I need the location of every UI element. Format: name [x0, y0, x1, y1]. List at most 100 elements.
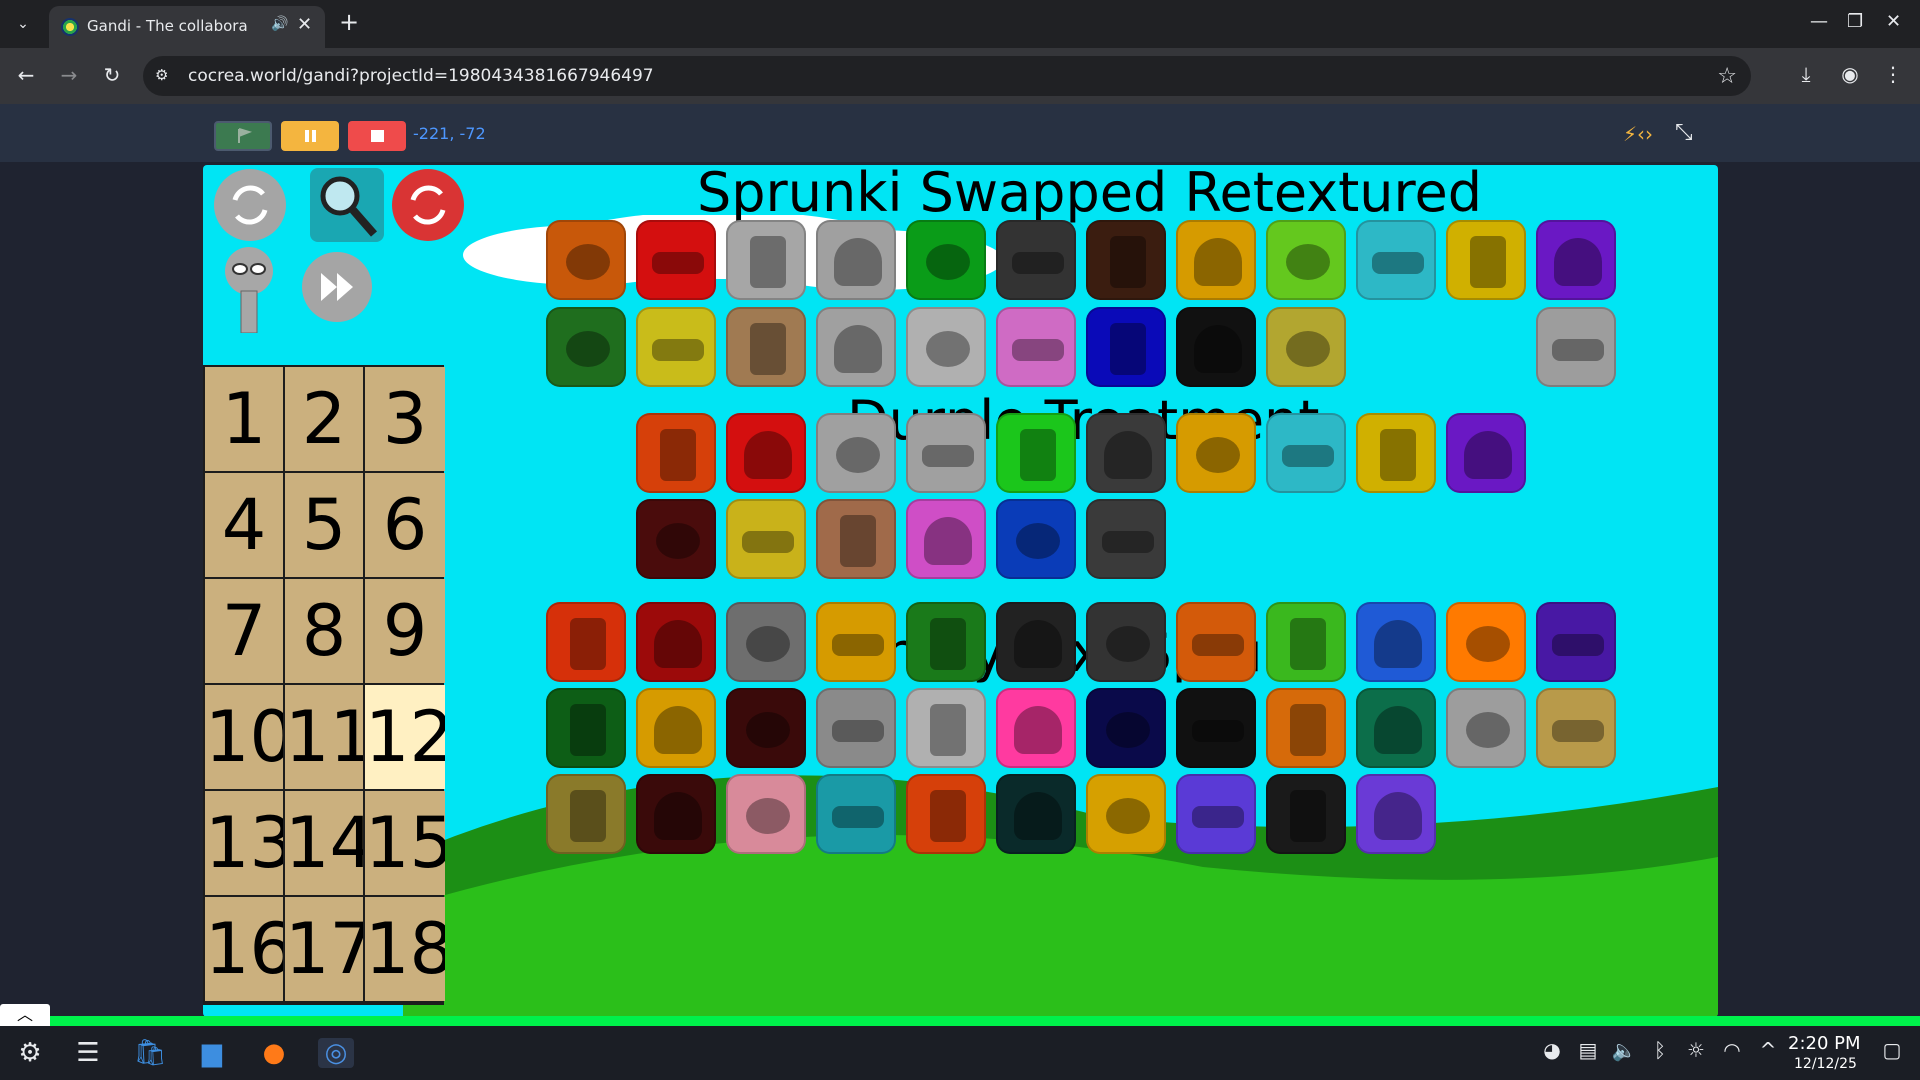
costume-tile[interactable]: [1266, 413, 1346, 493]
close-tab-icon[interactable]: ✕: [297, 14, 312, 35]
costume-tile[interactable]: [1086, 307, 1166, 387]
costume-tile[interactable]: [636, 220, 716, 300]
costume-tile[interactable]: [546, 307, 626, 387]
clock-date[interactable]: 12/12/25: [1794, 1056, 1857, 1072]
costume-tile[interactable]: [906, 774, 986, 854]
costume-tile[interactable]: [546, 688, 626, 768]
costume-tile[interactable]: [546, 602, 626, 682]
grid-cell-7[interactable]: 7: [205, 579, 283, 683]
wifi-icon[interactable]: ◠: [1714, 1038, 1750, 1062]
costume-tile[interactable]: [636, 774, 716, 854]
costume-tile[interactable]: [816, 307, 896, 387]
grid-cell-4[interactable]: 4: [205, 473, 283, 577]
url-text[interactable]: cocrea.world/gandi?projectId=19804343816…: [188, 66, 654, 86]
costume-tile[interactable]: [1356, 774, 1436, 854]
download-icon[interactable]: ⤓: [1793, 62, 1819, 86]
fast-forward-icon[interactable]: [301, 251, 373, 323]
costume-tile[interactable]: [996, 220, 1076, 300]
costume-tile[interactable]: [1086, 220, 1166, 300]
tray-expand-icon[interactable]: ^: [1750, 1038, 1786, 1062]
costume-tile[interactable]: [1266, 774, 1346, 854]
refresh-icon[interactable]: [213, 168, 287, 242]
system-settings-icon[interactable]: ☰: [70, 1038, 106, 1068]
grid-cell-14[interactable]: 14: [285, 791, 363, 895]
costume-tile[interactable]: [546, 774, 626, 854]
clock-time[interactable]: 2:20 PM: [1788, 1034, 1861, 1054]
costume-tile[interactable]: [1446, 602, 1526, 682]
app-launcher-icon[interactable]: ⚙: [12, 1038, 48, 1068]
costume-tile[interactable]: [906, 499, 986, 579]
costume-tile[interactable]: [726, 602, 806, 682]
costume-tile[interactable]: [816, 602, 896, 682]
exit-fullscreen-icon[interactable]: ⤡: [1675, 120, 1693, 145]
costume-tile[interactable]: [1356, 413, 1436, 493]
costume-tile[interactable]: [996, 413, 1076, 493]
costume-tile[interactable]: [816, 688, 896, 768]
costume-tile[interactable]: [1086, 413, 1166, 493]
costume-tile[interactable]: [636, 602, 716, 682]
costume-tile[interactable]: [726, 688, 806, 768]
costume-tile[interactable]: [1356, 688, 1436, 768]
costume-tile[interactable]: [1536, 220, 1616, 300]
bluetooth-icon[interactable]: ᛒ: [1642, 1038, 1678, 1062]
costume-tile[interactable]: [1086, 774, 1166, 854]
grid-cell-12[interactable]: 12: [365, 685, 445, 789]
address-bar[interactable]: ⚙ cocrea.world/gandi?projectId=198043438…: [143, 56, 1751, 96]
costume-tile[interactable]: [1356, 602, 1436, 682]
costume-tile[interactable]: [996, 307, 1076, 387]
grid-cell-11[interactable]: 11: [285, 685, 363, 789]
green-flag-button[interactable]: [214, 121, 272, 151]
grid-cell-5[interactable]: 5: [285, 473, 363, 577]
costume-tile[interactable]: [1266, 220, 1346, 300]
costume-tile[interactable]: [726, 413, 806, 493]
back-icon[interactable]: ←: [14, 63, 38, 87]
costume-tile[interactable]: [906, 413, 986, 493]
tab-search-icon[interactable]: ⌄: [11, 12, 35, 36]
costume-tile[interactable]: [1086, 499, 1166, 579]
costume-tile[interactable]: [1176, 307, 1256, 387]
costume-tile[interactable]: [1446, 220, 1526, 300]
clipboard-icon[interactable]: ▤: [1570, 1038, 1606, 1062]
costume-tile[interactable]: [816, 774, 896, 854]
pause-button[interactable]: [281, 121, 339, 151]
costume-tile[interactable]: [1176, 688, 1256, 768]
reset-icon[interactable]: [391, 168, 465, 242]
costume-tile[interactable]: [1536, 688, 1616, 768]
costume-tile[interactable]: [636, 688, 716, 768]
costume-tile[interactable]: [1536, 602, 1616, 682]
sprunki-character-icon[interactable]: [223, 247, 275, 333]
costume-tile[interactable]: [1176, 602, 1256, 682]
grid-cell-9[interactable]: 9: [365, 579, 445, 683]
grid-cell-8[interactable]: 8: [285, 579, 363, 683]
costume-tile[interactable]: [726, 307, 806, 387]
menu-icon[interactable]: ⋮: [1880, 62, 1906, 86]
reload-icon[interactable]: ↻: [100, 63, 124, 87]
grid-cell-17[interactable]: 17: [285, 897, 363, 1001]
costume-tile[interactable]: [906, 602, 986, 682]
discord-icon[interactable]: ◕: [1534, 1038, 1570, 1062]
grid-cell-6[interactable]: 6: [365, 473, 445, 577]
grid-cell-18[interactable]: 18: [365, 897, 445, 1001]
costume-tile[interactable]: [726, 220, 806, 300]
stop-button[interactable]: [348, 121, 406, 151]
costume-tile[interactable]: [546, 220, 626, 300]
project-stage[interactable]: Sprunki Swapped Retextured Durple Treatm…: [203, 165, 1718, 1017]
new-tab-icon[interactable]: +: [339, 10, 359, 34]
grid-cell-13[interactable]: 13: [205, 791, 283, 895]
firefox-icon[interactable]: ●: [256, 1038, 292, 1068]
costume-tile[interactable]: [996, 774, 1076, 854]
store-icon[interactable]: 🛍: [132, 1038, 168, 1068]
costume-tile[interactable]: [906, 688, 986, 768]
file-manager-icon[interactable]: ▆: [194, 1038, 230, 1068]
collapse-icon[interactable]: ︿: [0, 1004, 50, 1026]
costume-tile[interactable]: [816, 413, 896, 493]
show-desktop-icon[interactable]: ▢: [1874, 1038, 1910, 1062]
profile-icon[interactable]: ◉: [1837, 62, 1863, 86]
costume-tile[interactable]: [1086, 602, 1166, 682]
turbo-icon[interactable]: ⚡‹›: [1623, 122, 1653, 146]
grid-cell-15[interactable]: 15: [365, 791, 445, 895]
brightness-icon[interactable]: ☼: [1678, 1038, 1714, 1062]
costume-tile[interactable]: [1266, 307, 1346, 387]
costume-tile[interactable]: [636, 413, 716, 493]
costume-tile[interactable]: [996, 688, 1076, 768]
